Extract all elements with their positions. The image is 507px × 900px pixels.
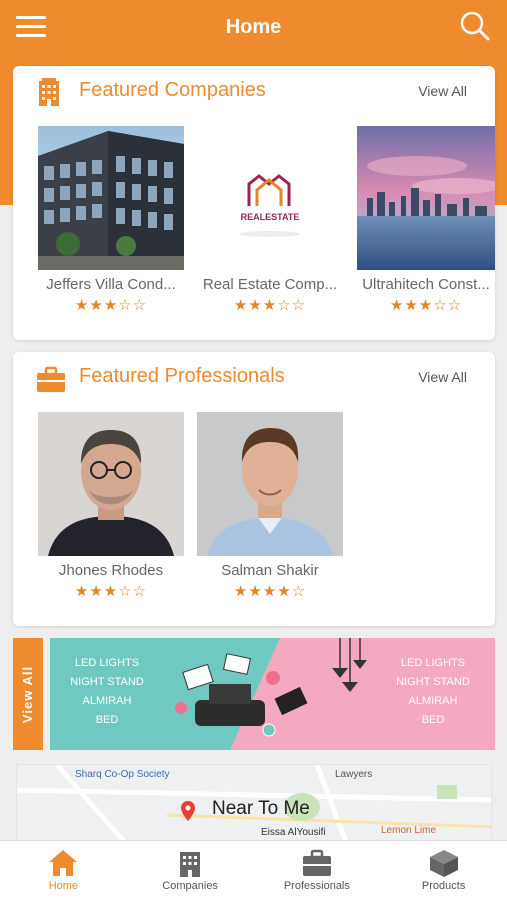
- company-card[interactable]: Ultrahitech Const... ★★★☆☆: [357, 126, 495, 314]
- professional-card[interactable]: Salman Shakir ★★★★☆: [197, 412, 343, 600]
- page-title: Home: [225, 16, 282, 38]
- professional-photo: [38, 412, 184, 556]
- map-pin-icon: [181, 801, 195, 821]
- banner-view-all-button[interactable]: View All: [13, 638, 43, 750]
- company-logo-text: REALESTATE: [241, 212, 300, 222]
- company-image: [38, 126, 184, 270]
- briefcase-icon: [302, 849, 331, 876]
- professionals-card-header: Featured Professionals View All: [13, 352, 495, 404]
- box-icon: [429, 850, 458, 877]
- menu-icon[interactable]: [16, 16, 46, 38]
- rating-stars: ★★★☆☆: [233, 297, 307, 314]
- company-name: Ultrahitech Const...: [362, 276, 490, 293]
- tab-label: Professionals: [283, 880, 350, 892]
- building-icon: [39, 78, 59, 106]
- home-icon: [49, 850, 78, 876]
- company-card[interactable]: REALESTATE Real Estate Comp... ★★★☆☆: [197, 126, 343, 314]
- tab-label: Home: [48, 880, 79, 892]
- tab-products[interactable]: Products: [380, 841, 507, 900]
- building-icon: [180, 852, 201, 877]
- professional-photo: [197, 412, 343, 556]
- tab-companies[interactable]: Companies: [127, 841, 254, 900]
- search-icon[interactable]: [459, 10, 491, 42]
- promo-banner: View All LED LIGHTS NIGHT STAND ALMIRAH BED…: [13, 638, 495, 750]
- tab-label: Companies: [162, 880, 218, 892]
- tab-home[interactable]: Home: [0, 841, 127, 900]
- tab-professionals[interactable]: Professionals: [254, 841, 381, 900]
- rating-stars: ★★★☆☆: [74, 583, 148, 600]
- bottom-tab-bar: Home Companies Professionals Products: [0, 840, 507, 900]
- featured-companies-card: Featured Companies View All Jeffers Vill…: [13, 66, 495, 340]
- near-me-map[interactable]: Sharq Co-Op Society Lawyers Eissa AlYous…: [16, 764, 492, 844]
- company-name: Jeffers Villa Cond...: [46, 276, 176, 293]
- rating-stars: ★★★☆☆: [74, 297, 148, 314]
- featured-professionals-card: Featured Professionals View All Jhones R…: [13, 352, 495, 626]
- map-place-label: Sharq Co-Op Society: [75, 769, 170, 780]
- map-place-label: Eissa AlYousifi: [261, 827, 326, 838]
- app-bar: Home: [0, 0, 507, 55]
- near-me-label: Near To Me: [212, 798, 310, 819]
- professionals-view-all-link[interactable]: View All: [418, 369, 467, 385]
- rating-stars: ★★★☆☆: [389, 297, 463, 314]
- map-place-label: Lemon Lime: [381, 825, 437, 836]
- professional-card[interactable]: Jhones Rhodes ★★★☆☆: [38, 412, 184, 600]
- companies-card-header: Featured Companies View All: [13, 66, 495, 118]
- professional-name: Jhones Rhodes: [58, 562, 164, 579]
- company-name: Real Estate Comp...: [202, 276, 338, 293]
- company-logo: REALESTATE: [197, 126, 343, 270]
- tab-label: Products: [421, 880, 466, 892]
- companies-section-title: Featured Companies: [79, 79, 266, 101]
- professionals-section-title: Featured Professionals: [79, 365, 285, 387]
- rating-stars: ★★★★☆: [233, 583, 307, 600]
- briefcase-icon: [37, 366, 65, 392]
- map-place-label: Lawyers: [335, 769, 373, 780]
- banner-image[interactable]: LED LIGHTS NIGHT STAND ALMIRAH BED LED LIGH…: [50, 638, 495, 750]
- professional-name: Salman Shakir: [221, 562, 319, 579]
- companies-view-all-link[interactable]: View All: [418, 83, 467, 99]
- company-image: [357, 126, 495, 270]
- company-card[interactable]: Jeffers Villa Cond... ★★★☆☆: [38, 126, 184, 314]
- banner-right-text: LED LIGHTS NIGHT STAND ALMIRAH BED: [396, 657, 470, 726]
- banner-left-text: LED LIGHTS NIGHT STAND ALMIRAH BED: [70, 657, 144, 726]
